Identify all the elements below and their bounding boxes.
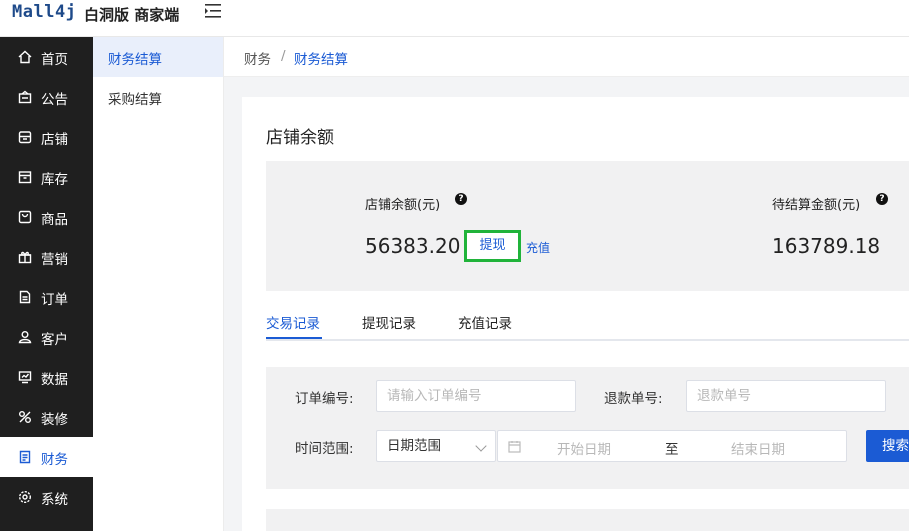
help-icon[interactable]: ? <box>455 193 467 205</box>
notice-icon <box>18 90 32 104</box>
tab-recharge-records[interactable]: 充值记录 <box>458 312 512 332</box>
inventory-icon <box>18 171 32 184</box>
sidebar-item-label: 库存 <box>41 172 68 188</box>
top-bar: Mall4j 白洞版 商家端 <box>0 0 909 37</box>
sidebar-item-label: 店铺 <box>41 132 68 148</box>
mall4j-logo: Mall4j <box>12 2 77 22</box>
home-icon <box>18 50 32 64</box>
end-date-input[interactable]: 结束日期 <box>731 438 785 458</box>
sidebar-item-inventory[interactable]: 库存 <box>0 157 93 197</box>
shop-icon <box>18 131 32 144</box>
time-range-select[interactable]: 日期范围 <box>376 430 496 462</box>
refund-no-input[interactable]: 退款单号 <box>686 380 886 412</box>
sidebar-item-label: 客户 <box>41 332 68 348</box>
product-icon <box>18 210 32 224</box>
breadcrumb: 财务 / 财务结算 <box>224 37 909 77</box>
sidebar-item-order[interactable]: 订单 <box>0 277 93 317</box>
sidebar-item-finance[interactable]: 财务 <box>0 437 93 477</box>
chevron-down-icon <box>475 440 487 452</box>
balance-card: 店铺余额 店铺余额(元) ? 56383.20 提现 充值 待结算金额(元) ?… <box>242 97 909 531</box>
balance-panel: 店铺余额(元) ? 56383.20 提现 充值 待结算金额(元) ? 1637… <box>266 161 909 291</box>
sidebar-item-data[interactable]: 数据 <box>0 357 93 397</box>
sidebar-item-label: 财务 <box>41 452 68 468</box>
sidebar-item-label: 装修 <box>41 412 68 428</box>
sidebar-item-label: 首页 <box>41 52 68 68</box>
gear-icon <box>18 490 32 504</box>
tab-withdraw-records[interactable]: 提现记录 <box>362 312 416 332</box>
balance-label: 店铺余额(元) <box>365 198 441 213</box>
date-range-picker[interactable]: 开始日期 至 结束日期 <box>497 430 847 462</box>
data-icon <box>18 371 32 384</box>
app-name: 白洞版 商家端 <box>84 6 180 24</box>
sidebar-item-label: 公告 <box>41 92 68 108</box>
sidebar-item-product[interactable]: 商品 <box>0 197 93 237</box>
active-tab-indicator <box>266 337 322 339</box>
sub-navigation: 财务结算 采购结算 <box>93 37 224 531</box>
recharge-link[interactable]: 充值 <box>526 239 550 256</box>
sidebar-item-notice[interactable]: 公告 <box>0 77 93 117</box>
sidebar: 首页 公告 店铺 库存 商品 营销 订单 客户 数据 装修 财务 系统 <box>0 37 93 531</box>
time-range-label: 时间范围: <box>295 441 354 457</box>
search-button[interactable]: 搜索 <box>866 430 909 462</box>
sidebar-item-decorate[interactable]: 装修 <box>0 397 93 437</box>
sidebar-item-customer[interactable]: 客户 <box>0 317 93 357</box>
date-range-separator: 至 <box>665 442 679 458</box>
breadcrumb-current: 财务结算 <box>294 52 348 68</box>
finance-icon <box>19 450 31 464</box>
sidebar-item-label: 系统 <box>41 492 68 508</box>
refund-no-label: 退款单号: <box>604 391 663 407</box>
decorate-icon <box>19 411 31 423</box>
sidebar-item-label: 订单 <box>41 292 68 308</box>
tab-transaction-records[interactable]: 交易记录 <box>266 312 320 332</box>
subnav-item-label: 采购结算 <box>108 92 162 108</box>
withdraw-button[interactable]: 提现 <box>464 230 521 262</box>
collapse-menu-icon[interactable] <box>205 3 223 19</box>
sidebar-item-home[interactable]: 首页 <box>0 37 93 77</box>
breadcrumb-parent[interactable]: 财务 <box>244 48 271 68</box>
sidebar-item-label: 数据 <box>41 372 68 388</box>
order-no-label: 订单编号: <box>295 391 354 407</box>
sidebar-item-label: 营销 <box>41 252 68 268</box>
pending-label: 待结算金额(元) <box>772 198 861 213</box>
order-no-input[interactable]: 请输入订单编号 <box>376 380 576 412</box>
time-range-select-value: 日期范围 <box>387 438 441 454</box>
sidebar-item-marketing[interactable]: 营销 <box>0 237 93 277</box>
gift-icon <box>18 251 32 264</box>
balance-value: 56383.20 <box>365 234 461 258</box>
sidebar-item-label: 商品 <box>41 212 68 228</box>
sidebar-item-system[interactable]: 系统 <box>0 477 93 517</box>
customer-icon <box>18 331 32 344</box>
subnav-item-purchase-settlement[interactable]: 采购结算 <box>93 77 223 117</box>
filter-panel: 订单编号: 请输入订单编号 退款单号: 退款单号 时间范围: 日期范围 开始日期… <box>266 367 909 489</box>
main-content: 财务 / 财务结算 店铺余额 店铺余额(元) ? 56383.20 提现 充值 … <box>224 37 909 531</box>
sidebar-item-shop[interactable]: 店铺 <box>0 117 93 157</box>
calendar-icon <box>508 441 521 453</box>
order-icon <box>19 290 31 304</box>
start-date-input[interactable]: 开始日期 <box>557 438 611 458</box>
subnav-item-finance-settlement[interactable]: 财务结算 <box>93 37 223 77</box>
breadcrumb-separator: / <box>281 48 286 64</box>
record-tabs: 交易记录 提现记录 充值记录 <box>266 307 909 341</box>
page-title: 店铺余额 <box>266 128 334 148</box>
pending-value: 163789.18 <box>772 234 881 258</box>
help-icon[interactable]: ? <box>876 193 888 205</box>
subnav-item-label: 财务结算 <box>108 52 162 68</box>
results-panel <box>266 509 909 531</box>
